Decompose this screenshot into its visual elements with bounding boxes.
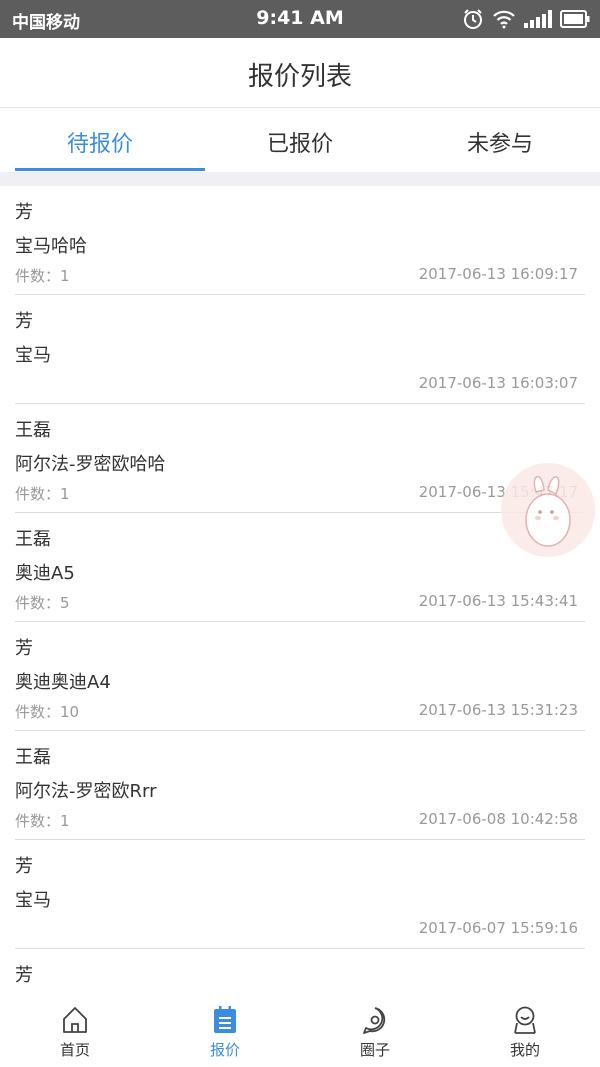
- requester-name: 王磊: [15, 420, 51, 441]
- profile-icon: [514, 1006, 536, 1034]
- quote-status-tabs: 待报价 已报价 未参与: [0, 108, 600, 172]
- list-item[interactable]: 芳 奥迪奥迪A4 件数：10 2017-06-13 15:31:23: [15, 622, 585, 731]
- item-count: 件数：1: [15, 485, 70, 503]
- car-model: 奥迪A5: [15, 563, 75, 584]
- section-divider: [0, 172, 600, 186]
- status-bar: 中国移动 9:41 AM: [0, 0, 600, 38]
- page-title: 报价列表: [247, 62, 352, 92]
- car-model: 奥迪奥迪A4: [15, 672, 111, 693]
- battery-icon: [560, 10, 590, 28]
- timestamp: 2017-06-13 16:03:07: [418, 374, 578, 392]
- bottom-tab-label: 我的: [509, 1041, 540, 1059]
- bottom-tab-label: 报价: [209, 1041, 240, 1059]
- tab-not-participated[interactable]: 未参与: [400, 108, 600, 172]
- list-item[interactable]: 芳 宝马哈哈 件数：1 2017-06-13 16:09:17: [15, 186, 585, 295]
- requester-name: 芳: [15, 202, 33, 223]
- bottom-tab-label: 圈子: [359, 1041, 390, 1059]
- bottom-tab-quote[interactable]: 报价: [150, 996, 300, 1067]
- timestamp: 2017-06-08 10:42:58: [418, 810, 578, 828]
- rabbit-mascot-icon[interactable]: [500, 462, 596, 558]
- bottom-tab-profile[interactable]: 我的: [450, 996, 600, 1067]
- tab-pending[interactable]: 待报价: [0, 108, 200, 172]
- bottom-tab-label: 首页: [59, 1041, 90, 1059]
- timestamp: 2017-06-13 15:31:23: [418, 701, 578, 719]
- car-model: 宝马哈哈: [15, 236, 87, 257]
- car-model: 阿尔法-罗密欧哈哈: [15, 454, 166, 475]
- timestamp: 2017-06-13 16:09:17: [418, 265, 578, 283]
- list-item[interactable]: 芳 宝马 2017-06-07 15:59:16: [15, 840, 585, 949]
- requester-name: 芳: [15, 638, 33, 659]
- bottom-tab-circle[interactable]: 圈子: [300, 996, 450, 1067]
- requester-name: 王磊: [15, 529, 51, 550]
- item-count: 件数：1: [15, 812, 70, 830]
- quote-list-icon: [214, 1006, 236, 1033]
- list-item[interactable]: 芳: [15, 949, 585, 996]
- timestamp: 2017-06-13 15:43:41: [418, 592, 578, 610]
- requester-name: 芳: [15, 311, 33, 332]
- item-count: 件数：10: [15, 703, 80, 721]
- list-item[interactable]: 王磊 阿尔法-罗密欧Rrr 件数：1 2017-06-08 10:42:58: [15, 731, 585, 840]
- car-model: 阿尔法-罗密欧Rrr: [15, 781, 157, 802]
- bottom-tab-home[interactable]: 首页: [0, 996, 150, 1067]
- timestamp: 2017-06-07 15:59:16: [418, 919, 578, 937]
- requester-name: 芳: [15, 965, 33, 986]
- quote-list: 芳 宝马哈哈 件数：1 2017-06-13 16:09:17 芳 宝马 201…: [0, 186, 600, 996]
- item-count: 件数：1: [15, 267, 70, 285]
- tab-quoted[interactable]: 已报价: [200, 108, 400, 172]
- nav-bar: 报价列表: [0, 38, 600, 108]
- alarm-icon: [464, 9, 482, 29]
- wifi-icon: [493, 10, 515, 29]
- status-icons: [462, 8, 590, 30]
- home-icon: [63, 1007, 87, 1033]
- signal-icon: [524, 10, 552, 28]
- circle-chat-icon: [363, 1007, 386, 1034]
- list-item[interactable]: 芳 宝马 2017-06-13 16:03:07: [15, 295, 585, 404]
- item-count: 件数：5: [15, 594, 70, 612]
- bottom-tab-bar: 首页 报价 圈子 我的: [0, 996, 600, 1067]
- car-model: 宝马: [15, 345, 51, 366]
- car-model: 宝马: [15, 890, 51, 911]
- requester-name: 芳: [15, 856, 33, 877]
- requester-name: 王磊: [15, 747, 51, 768]
- active-tab-indicator: [15, 168, 205, 171]
